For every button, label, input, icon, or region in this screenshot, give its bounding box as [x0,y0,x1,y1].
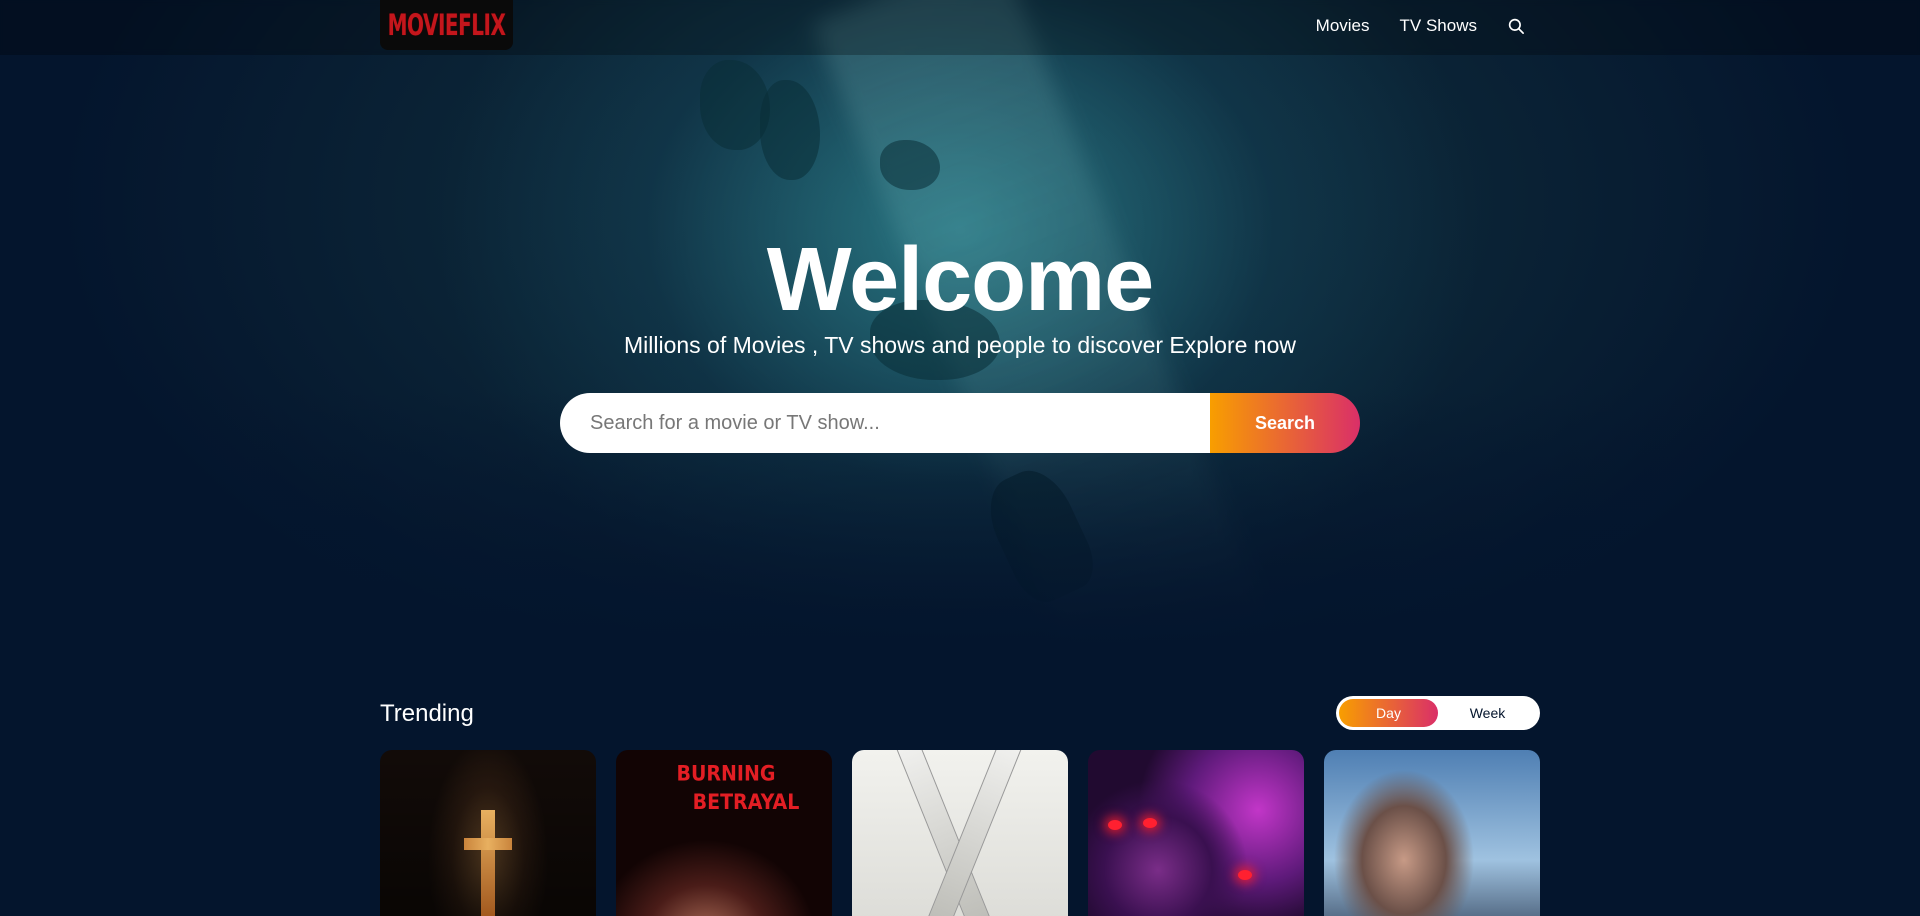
poster-title-text: BURNING BETRAYAL [676,761,800,815]
trending-switch-tabs: Day Week [1336,696,1540,730]
poster-card[interactable] [380,750,596,916]
poster-art [1238,870,1252,880]
hero-rock [760,80,820,180]
nav-item-movies[interactable]: Movies [1316,16,1370,36]
trending-title: Trending [380,700,474,727]
tab-day[interactable]: Day [1339,699,1438,727]
poster-card[interactable] [852,750,1068,916]
logo-text: MOVIEFLIX [387,7,506,43]
logo[interactable]: MOVIEFLIX [380,0,513,50]
poster-art [481,810,495,916]
nav-item-tv-shows[interactable]: TV Shows [1400,16,1477,36]
poster-card[interactable] [1324,750,1540,916]
poster-card[interactable] [1088,750,1304,916]
top-header: MOVIEFLIX Movies TV Shows [0,0,1920,55]
poster-art [1108,820,1122,830]
hero-title: Welcome [766,230,1155,330]
main-nav: Movies TV Shows [1316,0,1525,52]
poster-card[interactable]: BURNING BETRAYAL [616,750,832,916]
search-icon[interactable] [1507,17,1525,35]
hero-subtitle: Millions of Movies , TV shows and people… [623,332,1296,358]
poster-art [464,838,512,850]
hero-search-input[interactable] [560,393,1210,453]
hero-section: Welcome Millions of Movies , TV shows an… [0,0,1920,650]
hero-content: Welcome Millions of Movies , TV shows an… [0,230,1920,359]
hero-search-bar: Search [560,393,1360,453]
tab-week[interactable]: Week [1438,699,1537,727]
hero-search-button[interactable]: Search [1210,393,1360,453]
poster-art [1143,818,1157,828]
